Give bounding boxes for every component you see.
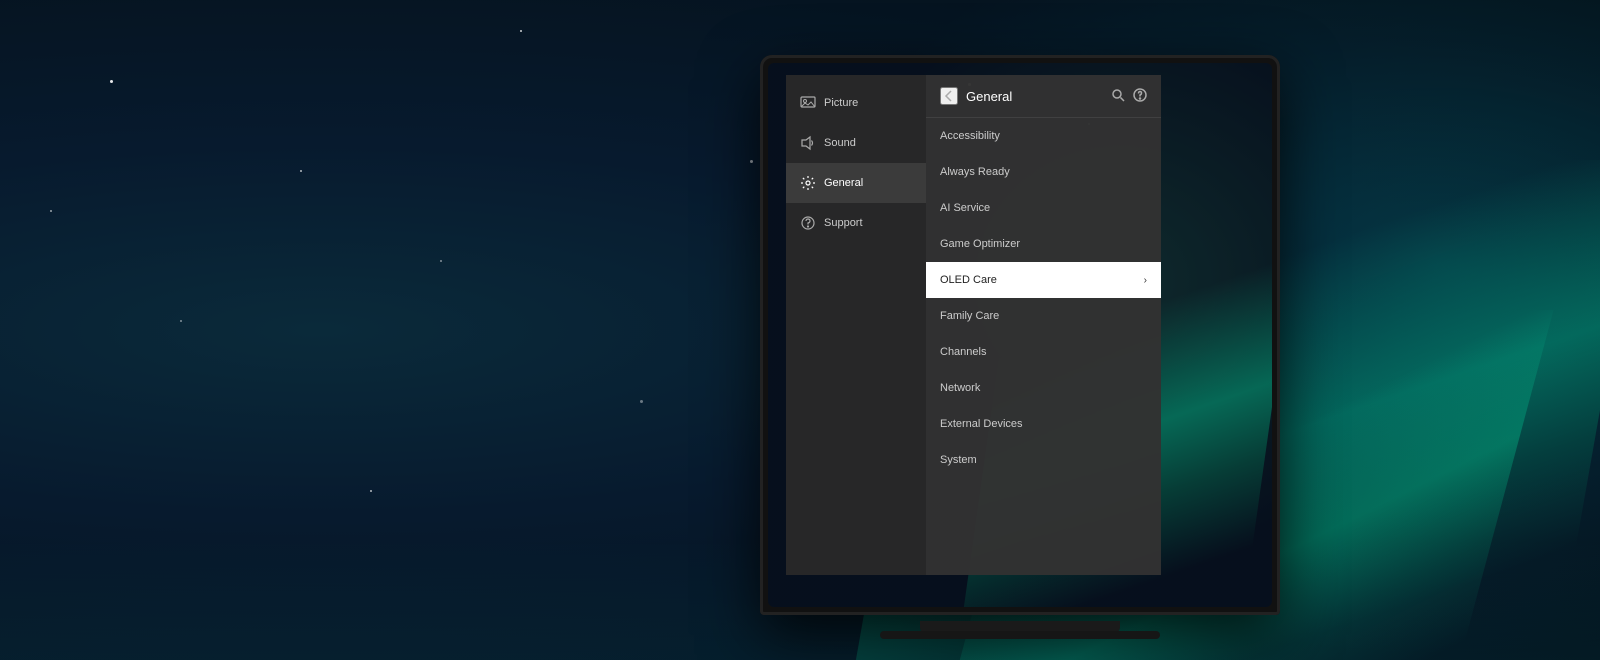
menu-support-label: Support bbox=[824, 217, 863, 229]
picture-icon bbox=[800, 95, 816, 111]
submenu-game-optimizer-label: Game Optimizer bbox=[940, 238, 1020, 250]
chevron-right-icon: › bbox=[1144, 275, 1147, 286]
left-panel: Picture Sound bbox=[786, 75, 926, 575]
tv-stand bbox=[920, 621, 1120, 633]
back-button[interactable] bbox=[940, 87, 958, 105]
tv-frame: Picture Sound bbox=[760, 55, 1280, 615]
menu-item-sound[interactable]: Sound bbox=[786, 123, 926, 163]
header-left: General bbox=[940, 87, 1012, 105]
submenu-always-ready-label: Always Ready bbox=[940, 166, 1010, 178]
header-icons bbox=[1111, 88, 1147, 105]
submenu-item-accessibility[interactable]: Accessibility bbox=[926, 118, 1161, 154]
tv-screen: Picture Sound bbox=[768, 63, 1272, 607]
submenu-item-always-ready[interactable]: Always Ready bbox=[926, 154, 1161, 190]
menu-item-picture[interactable]: Picture bbox=[786, 83, 926, 123]
submenu-item-system[interactable]: System bbox=[926, 442, 1161, 478]
submenu-system-label: System bbox=[940, 454, 977, 466]
help-icon[interactable] bbox=[1133, 88, 1147, 105]
menu-sound-label: Sound bbox=[824, 137, 856, 149]
submenu-item-oled-care[interactable]: OLED Care › bbox=[926, 262, 1161, 298]
submenu-item-family-care[interactable]: Family Care bbox=[926, 298, 1161, 334]
submenu-network-label: Network bbox=[940, 382, 980, 394]
menu-item-general[interactable]: General bbox=[786, 163, 926, 203]
submenu-list[interactable]: Accessibility Always Ready AI Service Ga… bbox=[926, 118, 1161, 575]
menu-picture-label: Picture bbox=[824, 97, 858, 109]
submenu-item-channels[interactable]: Channels bbox=[926, 334, 1161, 370]
search-icon[interactable] bbox=[1111, 88, 1125, 105]
submenu-family-care-label: Family Care bbox=[940, 310, 999, 322]
submenu-item-network[interactable]: Network bbox=[926, 370, 1161, 406]
submenu-ai-service-label: AI Service bbox=[940, 202, 990, 214]
menu-general-label: General bbox=[824, 177, 863, 189]
submenu-external-devices-label: External Devices bbox=[940, 418, 1023, 430]
menu-item-support[interactable]: Support bbox=[786, 203, 926, 243]
support-icon bbox=[800, 215, 816, 231]
submenu-item-ai-service[interactable]: AI Service bbox=[926, 190, 1161, 226]
general-icon bbox=[800, 175, 816, 191]
panel-header: General bbox=[926, 75, 1161, 118]
submenu-oled-care-label: OLED Care bbox=[940, 274, 997, 286]
sound-icon bbox=[800, 135, 816, 151]
panel-title: General bbox=[966, 89, 1012, 104]
submenu-accessibility-label: Accessibility bbox=[940, 130, 1000, 142]
submenu-item-game-optimizer[interactable]: Game Optimizer bbox=[926, 226, 1161, 262]
settings-menu: Picture Sound bbox=[786, 75, 1161, 575]
submenu-channels-label: Channels bbox=[940, 346, 986, 358]
right-panel: General bbox=[926, 75, 1161, 575]
submenu-item-external-devices[interactable]: External Devices bbox=[926, 406, 1161, 442]
